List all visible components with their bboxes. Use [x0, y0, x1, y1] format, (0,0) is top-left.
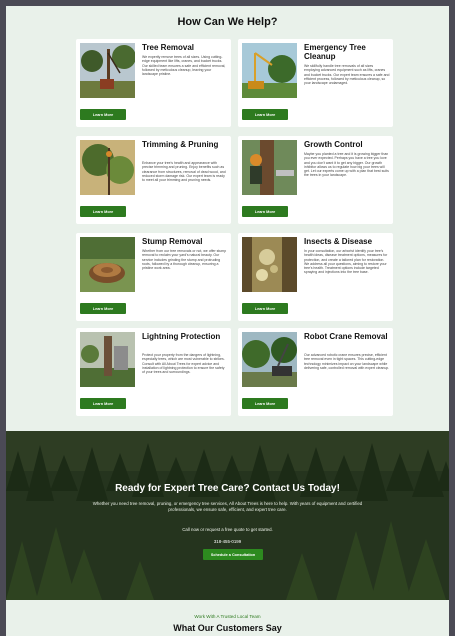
learn-more-button[interactable]: Learn More	[242, 109, 288, 120]
service-title: Trimming & Pruning	[142, 140, 219, 149]
service-card-trimming: Trimming & Pruning Enhance your tree's h…	[76, 136, 231, 224]
learn-more-button[interactable]: Learn More	[242, 303, 288, 314]
service-description: We expertly remove trees of all sizes. U…	[142, 55, 226, 77]
service-card-stump-removal: Stump Removal Whether from our tree remo…	[76, 233, 231, 321]
service-card-insects-disease: Insects & Disease In your consultation, …	[238, 233, 393, 321]
service-title: Lightning Protection	[142, 332, 221, 341]
learn-more-button[interactable]: Learn More	[80, 303, 126, 314]
cta-phone[interactable]: 318-455-0199	[6, 539, 449, 544]
service-title: Emergency Tree Cleanup	[304, 43, 366, 61]
growth-control-photo	[242, 140, 297, 195]
service-title: Robot Crane Removal	[304, 332, 388, 341]
service-description: Enhance your tree's health and appearanc…	[142, 161, 226, 183]
service-title: Stump Removal	[142, 237, 203, 246]
stump-removal-photo	[80, 237, 135, 292]
learn-more-button[interactable]: Learn More	[80, 398, 126, 409]
tree-removal-photo	[80, 43, 135, 98]
page: How Can We Help? Tree Removal We expertl…	[6, 6, 449, 636]
learn-more-button[interactable]: Learn More	[80, 109, 126, 120]
learn-more-button[interactable]: Learn More	[80, 206, 126, 217]
service-card-lightning: Lightning Protection Protect your proper…	[76, 328, 231, 416]
cta-banner: Ready for Expert Tree Care? Contact Us T…	[6, 431, 449, 600]
service-description: Protect your property from the dangers o…	[142, 353, 225, 375]
forest-background	[6, 431, 449, 600]
cta-text: Whether you need tree removal, pruning, …	[92, 501, 363, 512]
lightning-photo	[80, 332, 135, 387]
insects-disease-photo	[242, 237, 297, 292]
service-description: Whether from our tree removals or not, w…	[142, 249, 227, 271]
service-description: We skillfully handle tree removals of al…	[304, 64, 390, 86]
cta-subtext: Call now or request a free quote to get …	[182, 527, 273, 532]
learn-more-button[interactable]: Learn More	[242, 206, 288, 217]
service-card-robot-crane: Robot Crane Removal Our advanced robotic…	[238, 328, 393, 416]
service-description: In your consultation, our arborist ident…	[304, 249, 388, 275]
emergency-cleanup-photo	[242, 43, 297, 98]
service-description: Maybe you planted a tree and it is growi…	[304, 152, 389, 178]
service-card-emergency-cleanup: Emergency Tree Cleanup We skillfully han…	[238, 39, 393, 127]
schedule-consultation-button[interactable]: Schedule a Consultation	[203, 549, 263, 560]
section-title: How Can We Help?	[177, 16, 278, 28]
service-title: Growth Control	[304, 140, 363, 149]
service-card-tree-removal: Tree Removal We expertly remove trees of…	[76, 39, 231, 127]
testimonials-eyebrow: Work With A Trusted Local Team	[194, 614, 261, 619]
trimming-photo	[80, 140, 135, 195]
robot-crane-photo	[242, 332, 297, 387]
service-card-growth-control: Growth Control Maybe you planted a tree …	[238, 136, 393, 224]
testimonials-title: What Our Customers Say	[173, 623, 282, 633]
service-title: Insects & Disease	[304, 237, 373, 246]
service-title: Tree Removal	[142, 43, 195, 52]
cta-title: Ready for Expert Tree Care? Contact Us T…	[115, 483, 340, 494]
service-description: Our advanced robotic crane ensures preci…	[304, 353, 390, 370]
learn-more-button[interactable]: Learn More	[242, 398, 288, 409]
